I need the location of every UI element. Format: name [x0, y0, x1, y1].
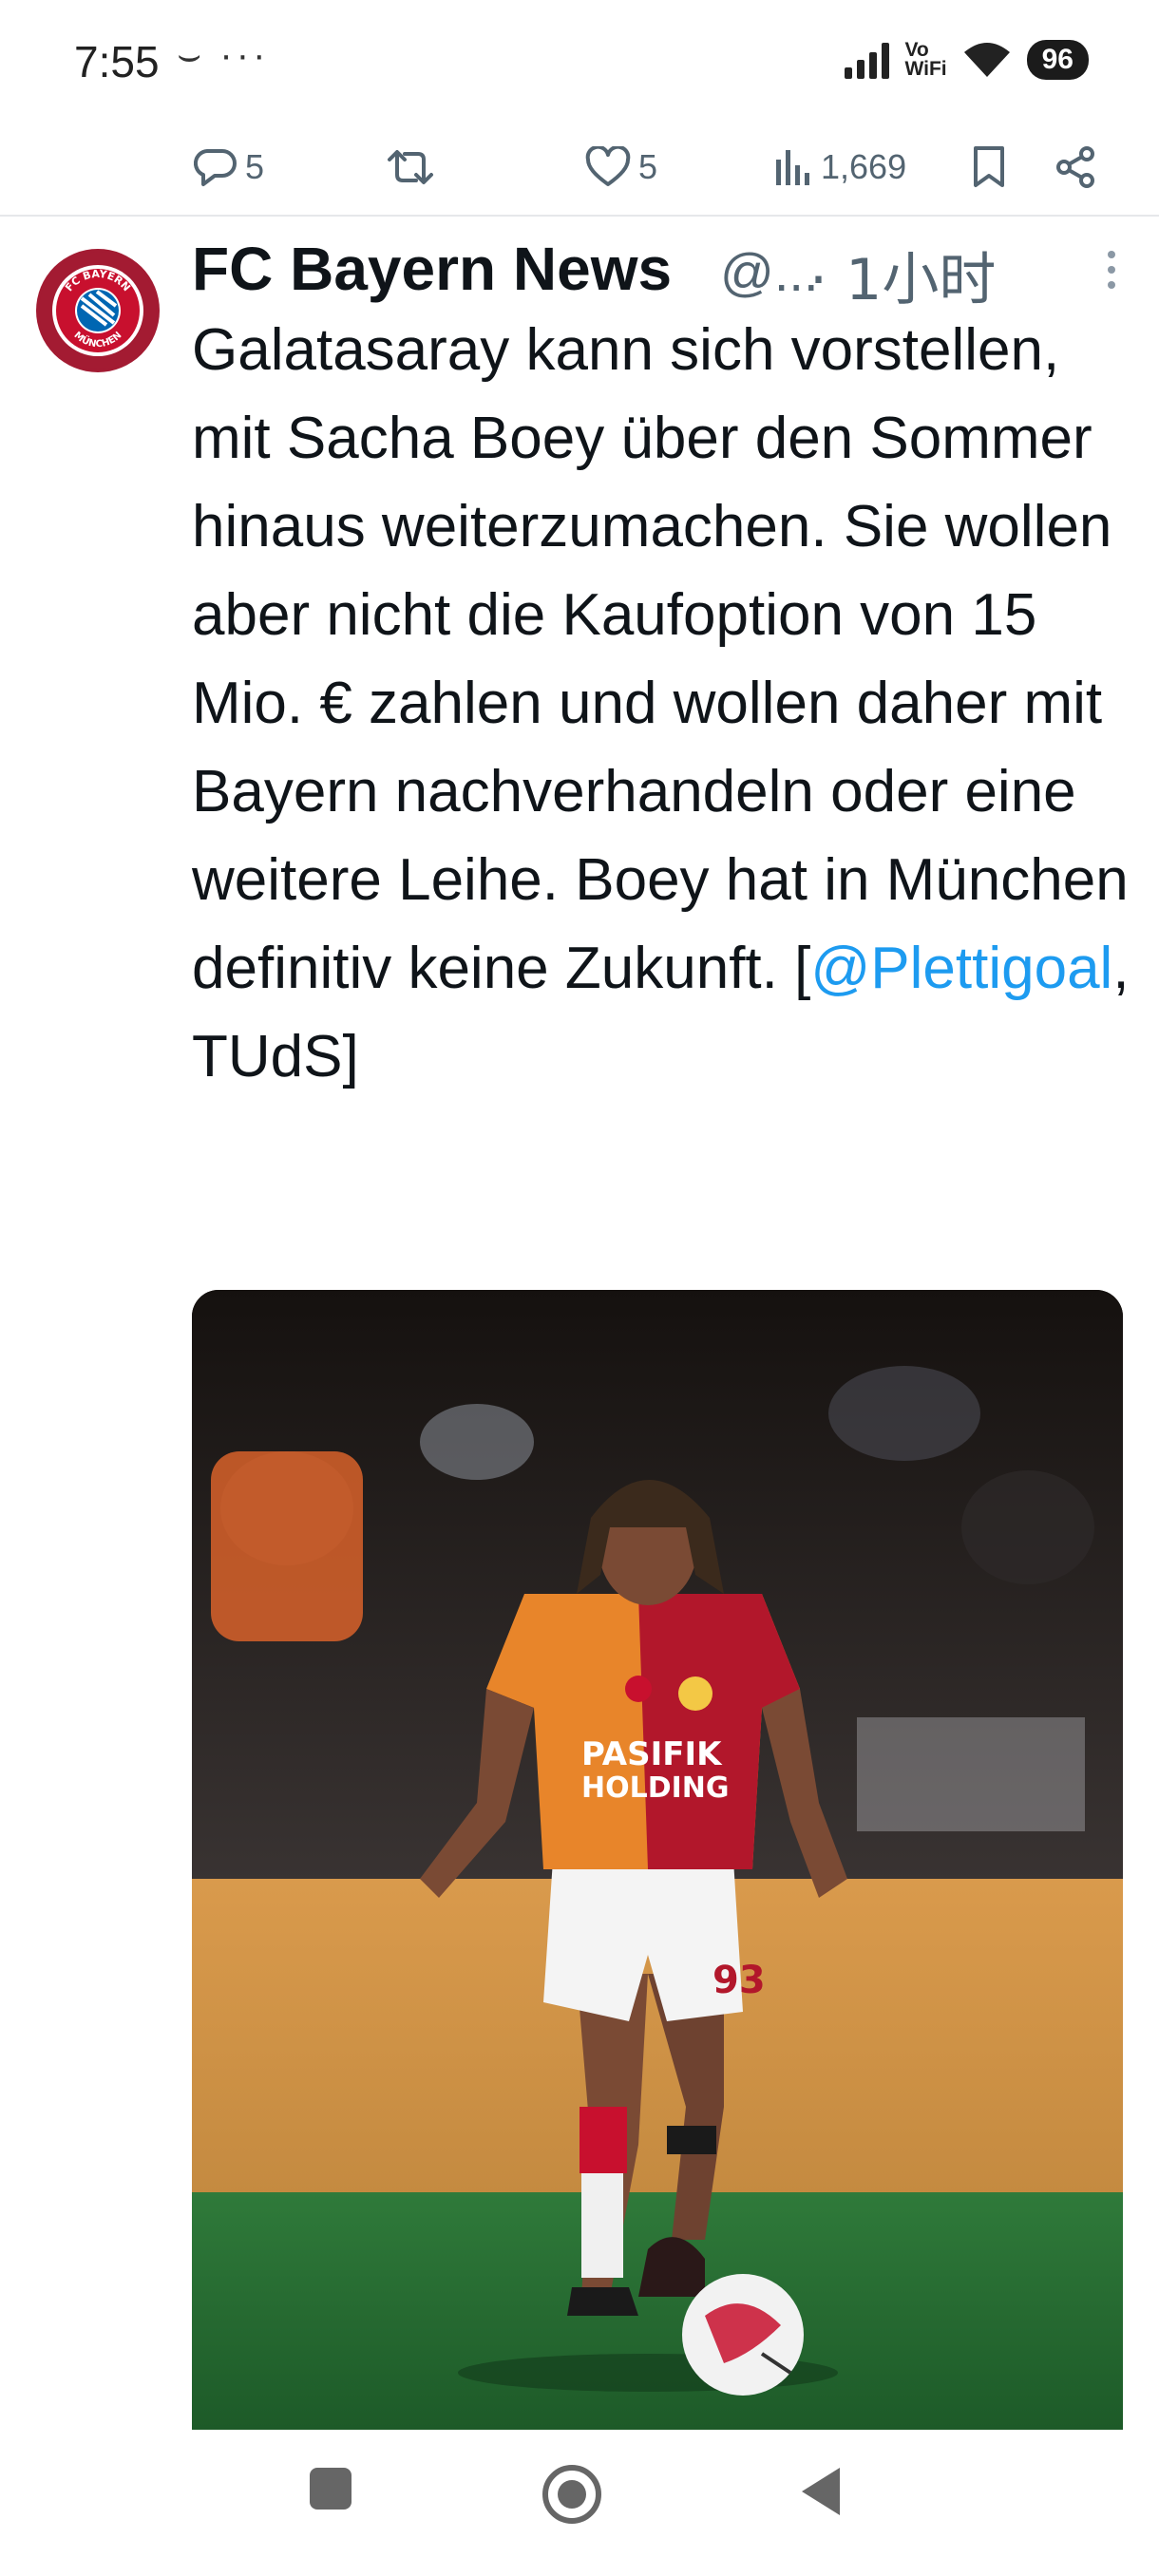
tweet-text-body: Galatasaray kann sich vorstellen, mit Sa… — [192, 317, 1129, 1001]
bookmark-icon — [974, 146, 1004, 187]
status-time: 7:55 — [74, 37, 160, 86]
recent-apps-button[interactable] — [306, 2464, 355, 2513]
author-avatar[interactable]: FC BAYERN MÜNCHEN — [36, 249, 160, 372]
tweet-header: FC Bayern News @... · 1小时 — [192, 230, 1123, 313]
fc-bayern-logo-icon: FC BAYERN MÜNCHEN — [39, 252, 157, 369]
reply-button[interactable]: 5 — [194, 137, 264, 198]
jersey-sponsor-line1: PASIFIK — [581, 1735, 723, 1773]
mention-link[interactable]: @Plettigoal — [810, 936, 1112, 1001]
vowifi-label-top: Vo — [904, 39, 929, 61]
football-player-photo: PASIFIK HOLDING 93 — [192, 1290, 1123, 2430]
views-button[interactable]: 1,669 — [773, 137, 906, 198]
more-options-icon[interactable] — [1100, 241, 1123, 298]
tweet-photo[interactable]: PASIFIK HOLDING 93 — [192, 1290, 1123, 2430]
author-name[interactable]: FC Bayern News — [192, 234, 672, 304]
signal-strength-icon — [845, 41, 890, 79]
shorts-number: 93 — [712, 1959, 766, 2002]
status-bar: 7:55 ⌣ ··· Vo WiFi 96 — [0, 0, 1159, 123]
reply-count: 5 — [245, 147, 265, 186]
football-ball — [682, 2274, 804, 2396]
home-button[interactable] — [542, 2464, 602, 2525]
retweet-button[interactable] — [384, 137, 437, 198]
vowifi-label-bottom: WiFi — [904, 58, 947, 80]
vowifi-indicator: Vo WiFi — [904, 39, 947, 80]
views-chart-icon — [776, 150, 809, 185]
status-indicators: Vo WiFi 96 — [845, 34, 1089, 85]
system-navigation-bar — [0, 2432, 1159, 2576]
author-handle[interactable]: @... — [720, 241, 819, 303]
view-count: 1,669 — [821, 147, 907, 186]
like-count: 5 — [638, 147, 658, 186]
reply-icon — [194, 149, 237, 186]
retweet-icon — [388, 150, 433, 184]
status-notification-icons: ⌣ ··· — [177, 34, 270, 76]
share-button[interactable] — [1054, 137, 1098, 198]
bookmark-button[interactable] — [971, 137, 1007, 198]
share-icon — [1056, 146, 1094, 188]
wifi-icon — [963, 43, 1010, 77]
tweet-action-bar: 5 5 1,669 — [0, 123, 1159, 217]
back-button[interactable] — [796, 2464, 846, 2519]
heart-icon — [585, 146, 631, 186]
tweet-timestamp[interactable]: · 1小时 — [809, 234, 996, 316]
jersey-sponsor-line2: HOLDING — [581, 1771, 730, 1805]
like-button[interactable]: 5 — [585, 137, 657, 198]
tweet-text: Galatasaray kann sich vorstellen, mit Sa… — [192, 306, 1132, 1101]
battery-indicator: 96 — [1026, 40, 1089, 80]
